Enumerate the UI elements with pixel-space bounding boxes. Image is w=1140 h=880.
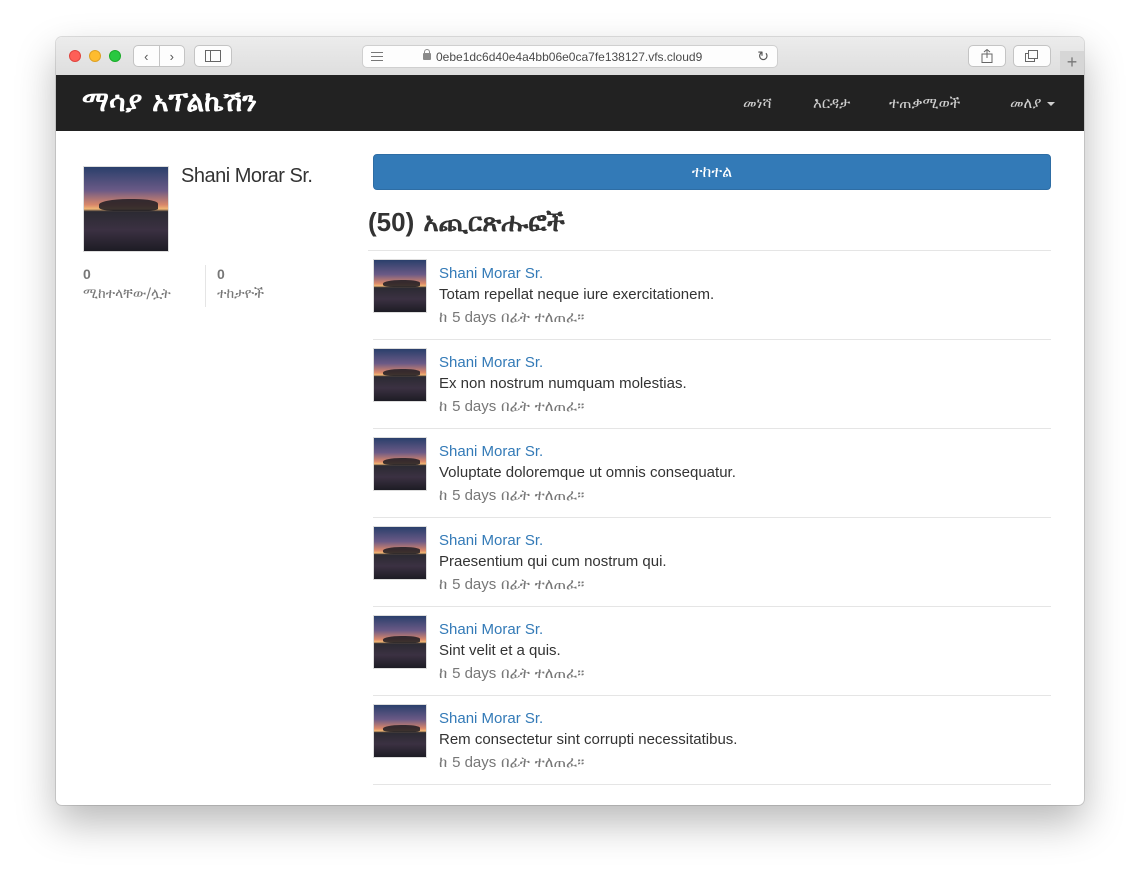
time-prefix: ከ: [439, 575, 448, 593]
followers-stat[interactable]: 0 ተከታዮች: [217, 266, 264, 302]
time-suffix: በፊት ተለጠፈ።: [501, 575, 585, 593]
history-nav-group: ‹ ›: [133, 45, 185, 67]
post-avatar[interactable]: [373, 526, 427, 580]
zoom-window-button[interactable]: [109, 50, 121, 62]
sidebar-icon: [205, 50, 221, 62]
reader-menu-icon[interactable]: [371, 52, 383, 64]
share-button[interactable]: [968, 45, 1006, 67]
post-timestamp: ከ 5 days በፊት ተለጠፈ።: [439, 573, 667, 596]
browser-window: ‹ › 0ebe1dc6d40e4a4bb06e0ca7fe138127.vfs…: [56, 37, 1084, 805]
post-author-link[interactable]: Shani Morar Sr.: [439, 353, 687, 373]
time-ago: 5 days: [452, 576, 497, 593]
new-tab-button[interactable]: +: [1060, 51, 1084, 75]
post-timestamp: ከ 5 days በፊት ተለጠፈ።: [439, 484, 736, 507]
sidebar-toggle-button[interactable]: [194, 45, 232, 67]
brand-logo[interactable]: ማሳያ አፕልኬሽን: [82, 85, 257, 119]
time-ago: 5 days: [452, 398, 497, 415]
minimize-window-button[interactable]: [89, 50, 101, 62]
time-prefix: ከ: [439, 664, 448, 682]
app-navbar: ማሳያ አፕልኬሽን መነሻ እርዳታ ተጠቃሚወች መለያ: [56, 75, 1084, 131]
post-content: Ex non nostrum numquam molestias.: [439, 375, 687, 392]
post-avatar[interactable]: [373, 437, 427, 491]
time-suffix: በፊት ተለጠፈ።: [501, 486, 585, 504]
time-prefix: ከ: [439, 308, 448, 326]
profile-name: Shani Morar Sr.: [181, 165, 313, 187]
time-ago: 5 days: [452, 309, 497, 326]
post-author-link[interactable]: Shani Morar Sr.: [439, 709, 737, 729]
browser-titlebar: ‹ › 0ebe1dc6d40e4a4bb06e0ca7fe138127.vfs…: [56, 37, 1084, 76]
post-avatar[interactable]: [373, 615, 427, 669]
posts-heading-label: አጪርጽሑፎች: [423, 208, 565, 238]
time-suffix: በፊት ተለጠፈ።: [501, 308, 585, 326]
nav-help[interactable]: እርዳታ: [813, 94, 850, 112]
time-prefix: ከ: [439, 486, 448, 504]
time-suffix: በፊት ተለጠፈ።: [501, 664, 585, 682]
time-suffix: በፊት ተለጠፈ።: [501, 753, 585, 771]
share-icon: [981, 49, 993, 63]
time-ago: 5 days: [452, 487, 497, 504]
posts-heading: (50) አጪርጽሑፎች: [368, 207, 565, 239]
posts-list: Shani Morar Sr. Totam repellat neque iur…: [373, 251, 1051, 785]
address-bar[interactable]: 0ebe1dc6d40e4a4bb06e0ca7fe138127.vfs.clo…: [362, 45, 778, 68]
following-label: ሚከተላቸው/ሏት: [83, 286, 171, 302]
nav-account-dropdown[interactable]: መለያ: [1010, 94, 1056, 112]
post-timestamp: ከ 5 days በፊት ተለጠፈ።: [439, 751, 737, 774]
post-timestamp: ከ 5 days በፊት ተለጠፈ።: [439, 306, 714, 329]
back-icon[interactable]: ‹: [134, 49, 159, 64]
forward-icon[interactable]: ›: [159, 49, 184, 64]
stat-divider: [205, 265, 206, 307]
caret-down-icon: [1047, 101, 1056, 106]
post-item: Shani Morar Sr. Voluptate doloremque ut …: [373, 429, 1051, 518]
post-author-link[interactable]: Shani Morar Sr.: [439, 442, 736, 462]
profile-avatar[interactable]: [83, 166, 169, 252]
nav-home[interactable]: መነሻ: [743, 94, 772, 112]
post-avatar[interactable]: [373, 348, 427, 402]
post-item: Shani Morar Sr. Ex non nostrum numquam m…: [373, 340, 1051, 429]
post-author-link[interactable]: Shani Morar Sr.: [439, 620, 584, 640]
post-content: Totam repellat neque iure exercitationem…: [439, 286, 715, 303]
post-item: Shani Morar Sr. Praesentium qui cum nost…: [373, 518, 1051, 607]
reload-icon[interactable]: ↻: [757, 48, 769, 65]
nav-account-label: መለያ: [1010, 94, 1042, 112]
posts-count: (50): [368, 207, 415, 237]
tabs-icon: [1025, 50, 1038, 62]
post-author-link[interactable]: Shani Morar Sr.: [439, 264, 714, 284]
time-ago: 5 days: [452, 665, 497, 682]
post-content: Rem consectetur sint corrupti necessitat…: [439, 731, 738, 748]
post-item: Shani Morar Sr. Sint velit et a quis. ከ …: [373, 607, 1051, 696]
nav-users[interactable]: ተጠቃሚወች: [889, 94, 960, 112]
time-prefix: ከ: [439, 397, 448, 415]
show-tabs-button[interactable]: [1013, 45, 1051, 67]
post-content: Sint velit et a quis.: [439, 642, 561, 659]
post-author-link[interactable]: Shani Morar Sr.: [439, 531, 667, 551]
url-text: 0ebe1dc6d40e4a4bb06e0ca7fe138127.vfs.clo…: [436, 50, 703, 64]
close-window-button[interactable]: [69, 50, 81, 62]
followers-count: 0: [217, 266, 225, 282]
lock-icon: [423, 49, 431, 60]
time-prefix: ከ: [439, 753, 448, 771]
followers-label: ተከታዮች: [217, 286, 265, 302]
post-content: Praesentium qui cum nostrum qui.: [439, 553, 667, 570]
post-timestamp: ከ 5 days በፊት ተለጠፈ።: [439, 662, 584, 685]
following-stat[interactable]: 0 ሚከተላቸው/ሏት: [83, 266, 171, 302]
post-item: Shani Morar Sr. Rem consectetur sint cor…: [373, 696, 1051, 785]
post-content: Voluptate doloremque ut omnis consequatu…: [439, 464, 736, 481]
post-item: Shani Morar Sr. Totam repellat neque iur…: [373, 251, 1051, 340]
follow-button[interactable]: ተከተል: [373, 154, 1051, 190]
time-suffix: በፊት ተለጠፈ።: [501, 397, 585, 415]
post-timestamp: ከ 5 days በፊት ተለጠፈ።: [439, 395, 687, 418]
following-count: 0: [83, 266, 91, 282]
post-avatar[interactable]: [373, 704, 427, 758]
post-avatar[interactable]: [373, 259, 427, 313]
time-ago: 5 days: [452, 754, 497, 771]
